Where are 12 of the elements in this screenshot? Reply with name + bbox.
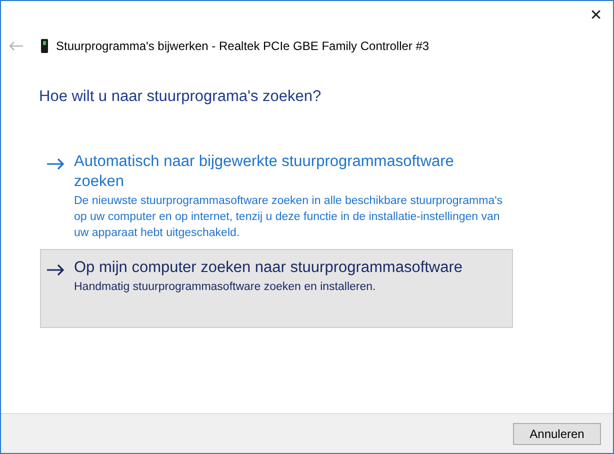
option-link[interactable]: Op mijn computer zoeken naar stuurprogrammasoftware Handmatig stuurprogrammasoftware zoeken en installeren. <box>40 249 513 328</box>
close-button[interactable]: ✕ <box>581 1 611 29</box>
option-description: De nieuwste stuurprogrammasoftware zoeken in alle beschikbare stuurprogramma's op uw computer en op internet, tenzij u deze functie in de installatie-instellingen van uw apparaat hebt uitgeschakeld. <box>74 194 504 241</box>
cancel-button[interactable]: Annuleren <box>513 422 601 444</box>
question-heading: Hoe wilt u naar stuurprograma's zoeken? <box>39 88 322 106</box>
arrow-icon <box>47 158 65 170</box>
network-card-icon <box>41 39 48 53</box>
arrow-icon <box>47 264 65 276</box>
option-title: Automatisch naar bijgewerkte stuurprogrammasoftware zoeken <box>74 152 455 192</box>
window-title: Stuurprogramma's bijwerken - Realtek PCIe GBE Family Controller #3 <box>56 39 430 53</box>
option-title: Op mijn computer zoeken naar stuurprogrammasoftware <box>74 258 464 278</box>
option-description: Handmatig stuurprogrammasoftware zoeken en installeren. <box>74 280 377 295</box>
